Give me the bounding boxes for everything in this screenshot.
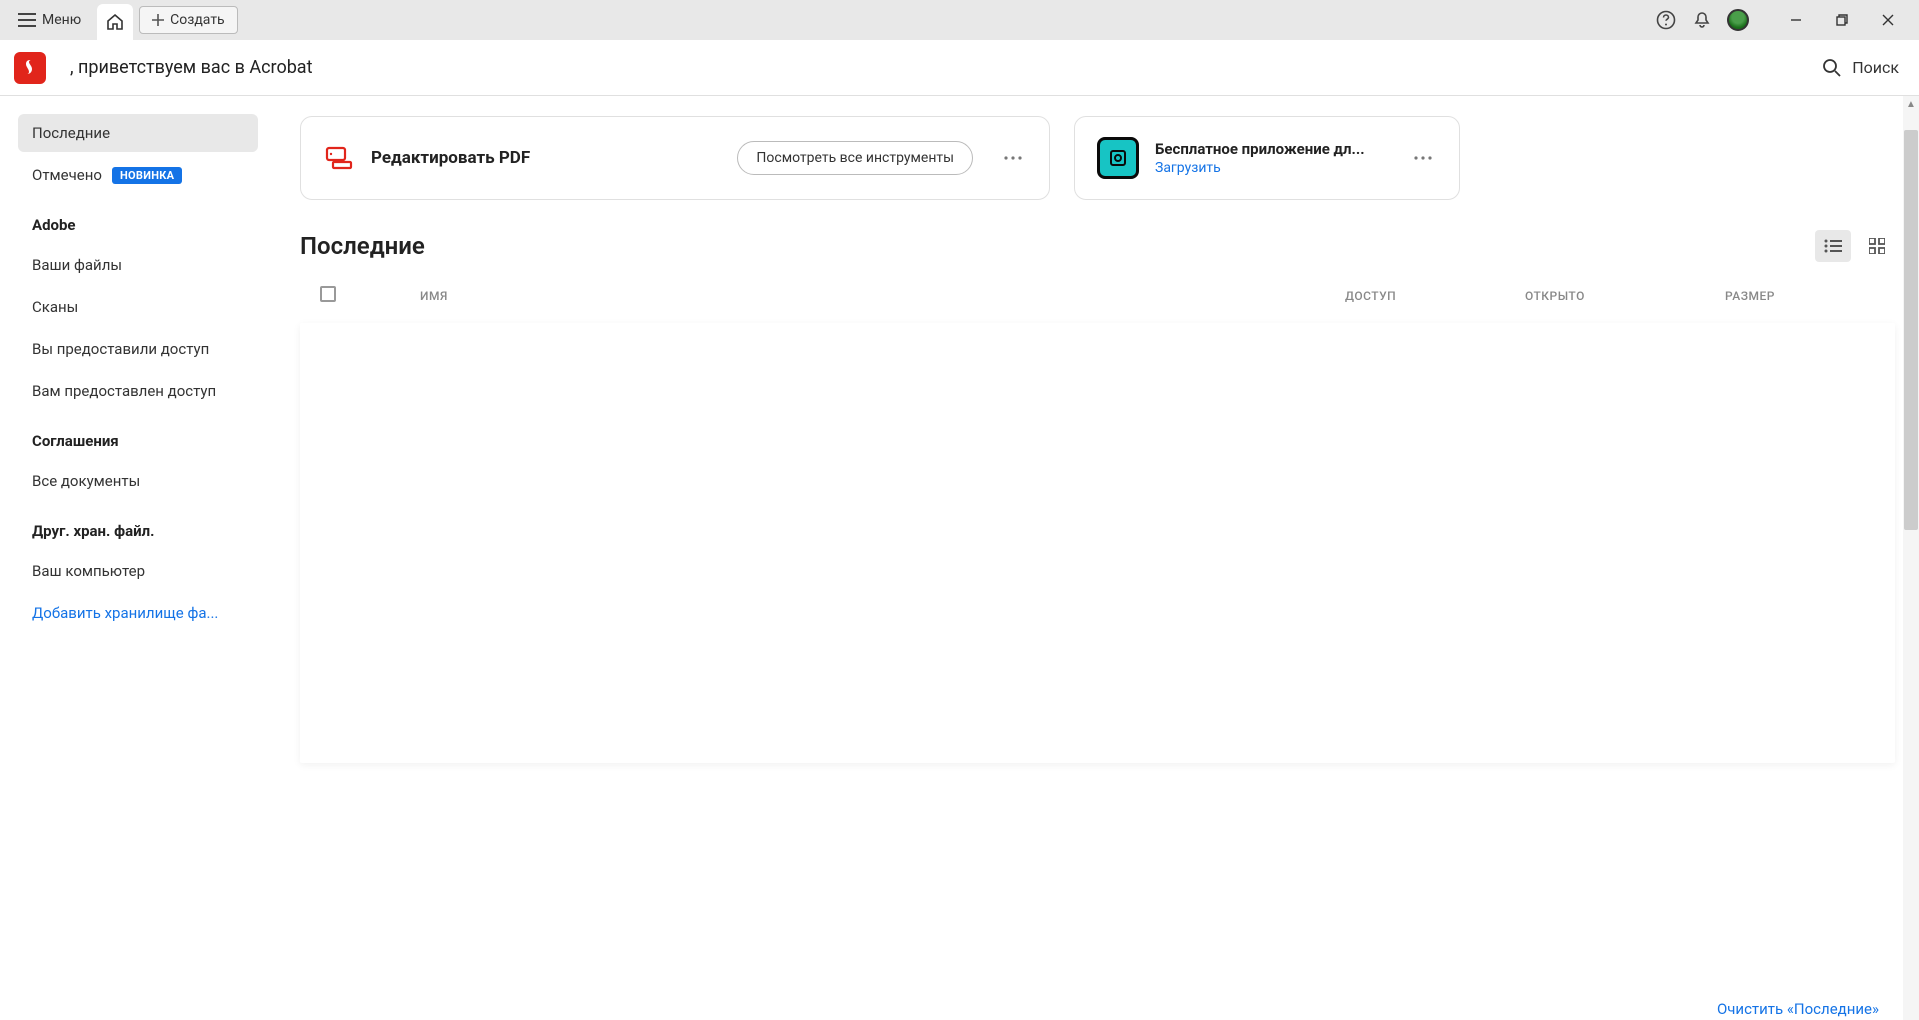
scroll-up-arrow[interactable]: ▲ bbox=[1903, 96, 1919, 112]
sidebar-item-your-files[interactable]: Ваши файлы bbox=[18, 246, 258, 284]
create-button[interactable]: Создать bbox=[139, 6, 238, 34]
sidebar-item-label: Добавить хранилище фа... bbox=[32, 604, 218, 622]
vertical-scrollbar[interactable]: ▲ bbox=[1903, 96, 1919, 1020]
avatar-icon bbox=[1727, 9, 1749, 31]
menu-label: Меню bbox=[42, 12, 81, 28]
help-icon bbox=[1656, 10, 1676, 30]
titlebar-right bbox=[1655, 4, 1911, 36]
card-scan-promo: Бесплатное приложение дл... Загрузить bbox=[1074, 116, 1460, 200]
promo-more-button[interactable] bbox=[1409, 144, 1437, 172]
edit-pdf-icon bbox=[323, 142, 355, 174]
hamburger-icon bbox=[18, 13, 36, 27]
scrollbar-thumb[interactable] bbox=[1904, 130, 1918, 530]
column-size[interactable]: РАЗМЕР bbox=[1725, 289, 1895, 303]
sidebar-item-scans[interactable]: Сканы bbox=[18, 288, 258, 326]
search-button[interactable]: Поиск bbox=[1822, 58, 1899, 78]
welcome-text: , приветствуем вас в Acrobat bbox=[70, 57, 313, 78]
section-header: Последние bbox=[300, 230, 1895, 262]
sidebar-heading-agreements: Соглашения bbox=[18, 414, 258, 458]
more-icon bbox=[1004, 156, 1022, 160]
search-icon bbox=[1822, 58, 1842, 78]
sidebar-item-label: Ваши файлы bbox=[32, 256, 122, 274]
table-header: ИМЯ ДОСТУП ОТКРЫТО РАЗМЕР bbox=[300, 278, 1895, 319]
home-icon bbox=[106, 13, 124, 31]
section-title: Последние bbox=[300, 232, 425, 260]
sidebar-item-label: Сканы bbox=[32, 298, 78, 316]
app-header: , приветствуем вас в Acrobat Поиск bbox=[0, 40, 1919, 96]
content: Редактировать PDF Посмотреть все инструм… bbox=[270, 96, 1919, 1020]
menu-button[interactable]: Меню bbox=[8, 6, 91, 34]
sidebar-item-label: Все документы bbox=[32, 472, 140, 490]
sidebar-item-recent[interactable]: Последние bbox=[18, 114, 258, 152]
file-list-area bbox=[300, 323, 1895, 763]
sidebar-item-add-storage[interactable]: Добавить хранилище фа... bbox=[18, 594, 258, 632]
minimize-button[interactable] bbox=[1773, 4, 1819, 36]
sidebar-item-your-computer[interactable]: Ваш компьютер bbox=[18, 552, 258, 590]
scan-app-icon bbox=[1097, 137, 1139, 179]
home-tab[interactable] bbox=[97, 4, 133, 40]
maximize-icon bbox=[1836, 14, 1848, 26]
cards-row: Редактировать PDF Посмотреть все инструм… bbox=[300, 116, 1895, 200]
badge-new: НОВИНКА bbox=[112, 167, 182, 184]
window-controls bbox=[1773, 4, 1911, 36]
grid-view-button[interactable] bbox=[1859, 230, 1895, 262]
sidebar-item-starred[interactable]: Отмечено НОВИНКА bbox=[18, 156, 258, 194]
promo-text: Бесплатное приложение дл... Загрузить bbox=[1155, 140, 1383, 176]
select-all-cell bbox=[300, 286, 360, 306]
main: Последние Отмечено НОВИНКА Adobe Ваши фа… bbox=[0, 96, 1919, 1020]
help-button[interactable] bbox=[1655, 9, 1677, 31]
card-title: Редактировать PDF bbox=[371, 148, 530, 168]
card-edit-pdf: Редактировать PDF Посмотреть все инструм… bbox=[300, 116, 1050, 200]
column-access[interactable]: ДОСТУП bbox=[1345, 289, 1525, 303]
close-icon bbox=[1882, 14, 1894, 26]
see-all-tools-button[interactable]: Посмотреть все инструменты bbox=[737, 141, 973, 175]
search-label: Поиск bbox=[1852, 58, 1899, 77]
sidebar-item-shared-by-you[interactable]: Вы предоставили доступ bbox=[18, 330, 258, 368]
column-name[interactable]: ИМЯ bbox=[360, 289, 1345, 303]
sidebar-item-label: Ваш компьютер bbox=[32, 562, 145, 580]
view-toggle bbox=[1815, 230, 1895, 262]
minimize-icon bbox=[1790, 14, 1802, 26]
more-icon bbox=[1414, 156, 1432, 160]
close-button[interactable] bbox=[1865, 4, 1911, 36]
select-all-checkbox[interactable] bbox=[320, 286, 336, 302]
promo-download-link[interactable]: Загрузить bbox=[1155, 160, 1383, 176]
promo-title: Бесплатное приложение дл... bbox=[1155, 140, 1383, 158]
sidebar-item-all-documents[interactable]: Все документы bbox=[18, 462, 258, 500]
create-label: Создать bbox=[170, 12, 225, 28]
sidebar-item-label: Отмечено bbox=[32, 166, 102, 184]
bell-icon bbox=[1692, 10, 1712, 30]
account-button[interactable] bbox=[1727, 9, 1749, 31]
sidebar: Последние Отмечено НОВИНКА Adobe Ваши фа… bbox=[0, 96, 270, 1020]
plus-icon bbox=[152, 14, 164, 26]
sidebar-item-shared-with-you[interactable]: Вам предоставлен доступ bbox=[18, 372, 258, 410]
acrobat-logo bbox=[14, 52, 46, 84]
sidebar-heading-adobe: Adobe bbox=[18, 198, 258, 242]
sidebar-item-label: Последние bbox=[32, 124, 110, 142]
notifications-button[interactable] bbox=[1691, 9, 1713, 31]
sidebar-item-label: Вы предоставили доступ bbox=[32, 340, 209, 358]
clear-recent-link[interactable]: Очистить «Последние» bbox=[1717, 1000, 1879, 1018]
titlebar: Меню Создать bbox=[0, 0, 1919, 40]
maximize-button[interactable] bbox=[1819, 4, 1865, 36]
sidebar-item-label: Вам предоставлен доступ bbox=[32, 382, 216, 400]
titlebar-left: Меню Создать bbox=[8, 0, 238, 40]
grid-icon bbox=[1869, 238, 1885, 254]
card-more-button[interactable] bbox=[999, 144, 1027, 172]
list-view-button[interactable] bbox=[1815, 230, 1851, 262]
column-opened[interactable]: ОТКРЫТО bbox=[1525, 289, 1725, 303]
sidebar-heading-storage: Друг. хран. файл. bbox=[18, 504, 258, 548]
list-icon bbox=[1824, 239, 1842, 253]
